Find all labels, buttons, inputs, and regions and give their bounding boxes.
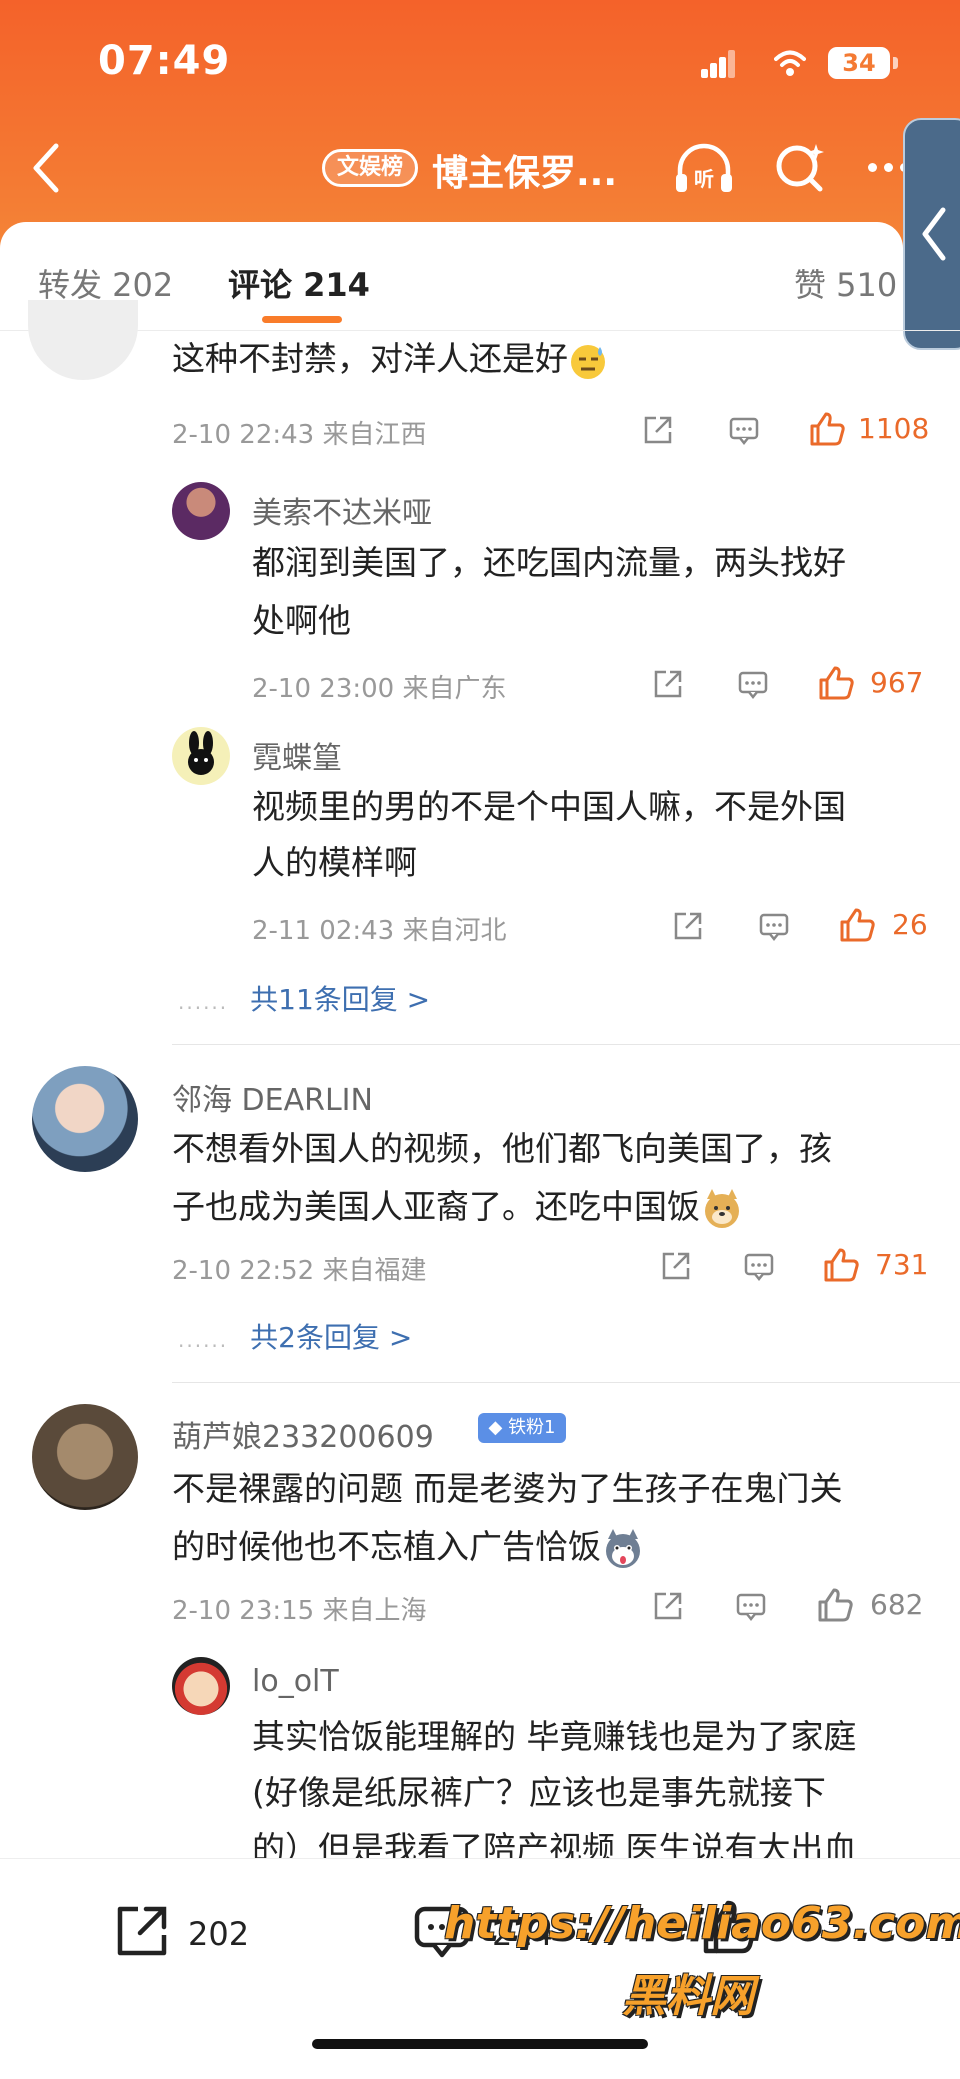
rabbit-icon <box>188 731 214 775</box>
like-icon[interactable] <box>808 410 846 448</box>
like-count: 682 <box>870 1588 924 1621</box>
diamond-icon: ◆ <box>488 1417 503 1438</box>
more-replies-link[interactable]: ...... 共2条回复 > <box>178 1316 412 1356</box>
like-count: 731 <box>875 1248 929 1281</box>
search-icon[interactable] <box>772 140 828 196</box>
battery-indicator: 34 <box>828 47 898 79</box>
avatar[interactable] <box>172 482 230 540</box>
avatar[interactable] <box>172 1657 230 1715</box>
share-icon[interactable] <box>652 668 684 700</box>
reply-text: 其实恰饭能理解的 毕竟赚钱也是为了家庭 <box>252 1717 857 1756</box>
page-title: 博主保罗... <box>432 153 618 194</box>
tab-comments[interactable]: 评论 214 <box>228 260 370 306</box>
avatar[interactable] <box>28 300 138 380</box>
sweat-smile-emoji-icon <box>571 344 605 379</box>
wifi-icon <box>774 50 806 76</box>
divider <box>172 1044 960 1045</box>
reply-text: 处啊他 <box>252 601 351 640</box>
like-icon[interactable] <box>822 1246 860 1284</box>
like-icon[interactable] <box>816 1586 854 1624</box>
reply-meta: 2-11 02:43 来自河北 <box>252 916 507 946</box>
husky-emoji-icon <box>606 1528 640 1568</box>
status-time: 07:49 <box>98 38 231 84</box>
like-count: 1108 <box>858 412 930 445</box>
tab-likes[interactable]: 赞 510 <box>794 260 897 306</box>
side-panel-handle[interactable] <box>903 118 960 350</box>
avatar[interactable] <box>172 727 230 785</box>
comment-username[interactable]: 邻海 DEARLIN <box>172 1075 373 1119</box>
comment-text: 这种不封禁，对洋人还是好 <box>172 330 608 388</box>
watermark-site-name: 黑料网 <box>622 1971 754 2022</box>
comment-meta: 2-10 22:43 来自江西 <box>172 420 427 450</box>
listen-button[interactable]: 听 <box>672 140 736 196</box>
watermark-url: https://heiliao63.com <box>444 1898 960 1949</box>
like-count: 26 <box>892 908 928 941</box>
comment-text: 不想看外国人的视频，他们都飞向美国了，孩 <box>172 1129 832 1168</box>
comment-icon[interactable] <box>735 1590 767 1622</box>
signal-icon <box>701 50 735 78</box>
share-icon[interactable] <box>652 1590 684 1622</box>
reply-text: 人的模样啊 <box>252 843 417 882</box>
svg-text:听: 听 <box>694 167 714 191</box>
comment-text: 不是裸露的问题 而是老婆为了生孩子在鬼门关 <box>172 1469 843 1508</box>
comment-username[interactable]: 葫芦娘233200609 <box>172 1412 434 1456</box>
repost-count: 202 <box>188 1915 250 1953</box>
reply-text: 视频里的男的不是个中国人嘛，不是外国 <box>252 787 846 826</box>
comment-text: 子也成为美国人亚裔了。还吃中国饭 <box>172 1178 744 1236</box>
more-options-icon[interactable] <box>868 163 909 175</box>
divider <box>172 1382 960 1383</box>
repost-icon <box>117 1906 167 1956</box>
rank-tag[interactable]: 文娱榜 <box>322 149 418 187</box>
home-indicator[interactable] <box>312 2039 648 2049</box>
reply-meta: 2-10 23:00 来自广东 <box>252 674 507 704</box>
comment-meta: 2-10 23:15 来自上海 <box>172 1596 427 1626</box>
comment-text: 的时候他也不忘植入广告恰饭 <box>172 1518 645 1576</box>
avatar[interactable] <box>32 1066 138 1172</box>
comment-icon[interactable] <box>758 910 790 942</box>
like-count: 967 <box>870 666 924 699</box>
share-icon[interactable] <box>642 414 674 446</box>
headphones-icon: 听 <box>676 143 732 192</box>
share-icon[interactable] <box>660 1250 692 1282</box>
comment-meta: 2-10 22:52 来自福建 <box>172 1256 427 1286</box>
fan-badge: ◆ 铁粉1 <box>478 1413 566 1443</box>
reply-username[interactable]: lo_olT <box>252 1664 339 1699</box>
reply-text: 都润到美国了，还吃国内流量，两头找好 <box>252 543 846 582</box>
comment-icon[interactable] <box>728 414 760 446</box>
like-icon[interactable] <box>838 906 876 944</box>
avatar[interactable] <box>32 1404 138 1510</box>
reply-username[interactable]: 美索不达米哑 <box>252 488 432 532</box>
like-icon[interactable] <box>817 664 855 702</box>
reply-username[interactable]: 霓蝶篁 <box>252 733 342 777</box>
more-replies-link[interactable]: ...... 共11条回复 > <box>178 978 430 1018</box>
reply-text: (好像是纸尿裤广？应该也是事先就接下 <box>252 1773 826 1812</box>
share-icon[interactable] <box>672 910 704 942</box>
chevron-left-icon <box>922 207 946 261</box>
doge-emoji-icon <box>705 1188 739 1228</box>
comment-icon[interactable] <box>743 1250 775 1282</box>
tab-active-indicator <box>262 316 342 323</box>
back-button[interactable] <box>26 140 66 196</box>
comment-icon[interactable] <box>737 668 769 700</box>
